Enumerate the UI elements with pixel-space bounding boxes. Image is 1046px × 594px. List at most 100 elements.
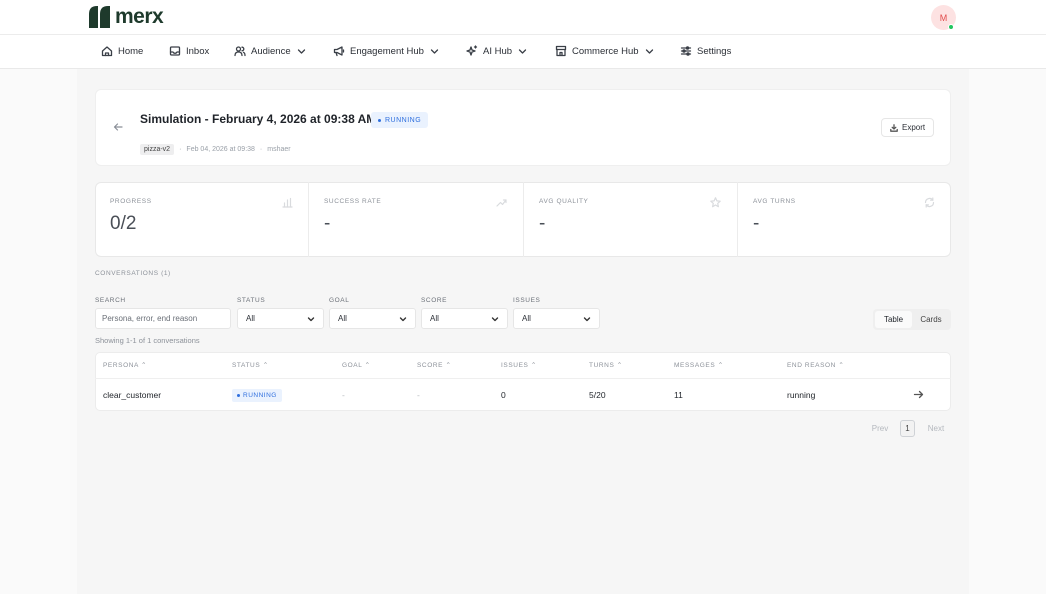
nav-item-label: Audience: [251, 45, 291, 57]
sort-icon: ⌃: [141, 362, 148, 369]
megaphone-icon: [333, 46, 345, 57]
star-icon: [710, 197, 721, 208]
score-select-value: All: [430, 314, 439, 323]
meta-separator: ·: [179, 146, 182, 153]
simulation-author: mshaer: [267, 146, 291, 153]
page-1-button[interactable]: 1: [900, 420, 915, 437]
arrow-right-icon[interactable]: [913, 389, 924, 400]
stat-value: 0/2: [110, 213, 137, 234]
stat-label: PROGRESS: [110, 198, 152, 205]
refresh-icon: [924, 197, 935, 208]
issues-select-value: All: [522, 314, 531, 323]
goal-select[interactable]: All: [329, 308, 416, 329]
arrow-left-icon[interactable]: [113, 122, 123, 132]
simulation-meta: pizza-v2 · Feb 04, 2026 at 09:38 · mshae…: [140, 144, 291, 155]
nav-item-engagement-hub[interactable]: Engagement Hub: [333, 45, 439, 57]
column-header-issues[interactable]: ISSUES ⌃: [501, 361, 537, 369]
sliders-icon: [680, 46, 692, 56]
nav-item-label: Settings: [697, 45, 732, 57]
sort-icon: ⌃: [717, 362, 724, 369]
cards-view-button[interactable]: Cards: [913, 311, 949, 328]
column-header-label: END REASON: [787, 362, 836, 369]
stat-value: -: [324, 213, 331, 234]
cell-goal: -: [342, 390, 345, 400]
status-badge-label: RUNNING: [385, 116, 422, 124]
column-header-label: SCORE: [417, 362, 444, 369]
merx-logo[interactable]: merx: [89, 6, 164, 28]
column-header-label: STATUS: [232, 362, 261, 369]
chevron-down-icon: [307, 316, 315, 321]
nav-item-home[interactable]: Home: [101, 45, 143, 57]
chevron-down-icon: [430, 48, 439, 54]
nav-item-label: AI Hub: [483, 45, 513, 57]
sparkles-icon: [466, 45, 478, 56]
nav-item-commerce-hub[interactable]: Commerce Hub: [555, 45, 654, 57]
nav-item-label: Inbox: [186, 45, 210, 57]
stat-progress: PROGRESS 0/2: [95, 182, 309, 257]
chevron-down-icon: [518, 48, 527, 54]
nav-item-label: Home: [118, 45, 144, 57]
column-header-messages[interactable]: MESSAGES ⌃: [674, 361, 724, 369]
status-badge: RUNNING: [371, 112, 429, 128]
chevron-down-icon: [583, 316, 591, 321]
stat-value: -: [539, 213, 546, 234]
search-label: SEARCH: [95, 297, 126, 304]
status-badge-label: RUNNING: [243, 392, 277, 399]
export-button[interactable]: Export: [881, 118, 935, 137]
trend-icon: [496, 199, 507, 207]
chevron-down-icon: [645, 48, 653, 54]
stat-avg-turns: AVG TURNS -: [738, 182, 952, 257]
score-select[interactable]: All: [421, 308, 508, 329]
simulation-date: Feb 04, 2026 at 09:38: [186, 146, 255, 153]
column-header-label: GOAL: [342, 362, 363, 369]
nav-item-settings[interactable]: Settings: [680, 45, 731, 57]
stat-label: SUCCESS RATE: [324, 198, 382, 205]
bar-chart-icon: [282, 197, 293, 208]
cell-messages: 11: [674, 390, 683, 400]
stat-value: -: [753, 213, 760, 234]
column-header-status[interactable]: STATUS ⌃: [232, 361, 269, 369]
nav-item-inbox[interactable]: Inbox: [169, 45, 209, 57]
sort-icon: ⌃: [530, 362, 537, 369]
issues-select[interactable]: All: [513, 308, 600, 329]
cell-end-reason: running: [787, 390, 816, 400]
status-select-value: All: [246, 314, 255, 323]
column-header-label: TURNS: [589, 362, 615, 369]
cell-score: -: [417, 390, 420, 400]
search-input[interactable]: [95, 308, 231, 329]
column-header-end-reason[interactable]: END REASON ⌃: [787, 361, 844, 369]
column-header-label: PERSONA: [103, 362, 139, 369]
users-icon: [234, 46, 246, 57]
home-icon: [101, 46, 113, 57]
page-title: Simulation - February 4, 2026 at 09:38 A…: [140, 112, 377, 126]
nav-item-audience[interactable]: Audience: [234, 45, 306, 57]
nav-item-label: Engagement Hub: [350, 45, 424, 57]
column-header-goal[interactable]: GOAL ⌃: [342, 361, 371, 369]
prev-page-button[interactable]: Prev: [866, 420, 894, 437]
table-view-button[interactable]: Table: [875, 311, 912, 328]
export-button-label: Export: [902, 123, 926, 132]
results-count: Showing 1-1 of 1 conversations: [95, 336, 200, 345]
chevron-down-icon: [491, 316, 499, 321]
stat-avg-quality: AVG QUALITY -: [524, 182, 738, 257]
stat-label: AVG TURNS: [753, 198, 796, 205]
chevron-down-icon: [399, 316, 407, 321]
goal-select-value: All: [338, 314, 347, 323]
status-select[interactable]: All: [237, 308, 324, 329]
column-header-score[interactable]: SCORE ⌃: [417, 361, 452, 369]
logo-mark-icon: [89, 6, 110, 28]
store-icon: [555, 45, 567, 57]
next-page-button[interactable]: Next: [922, 420, 950, 437]
status-dot: [378, 118, 381, 122]
chevron-down-icon: [297, 48, 305, 54]
column-header-persona[interactable]: PERSONA ⌃: [103, 361, 147, 369]
inbox-icon: [169, 46, 181, 56]
column-header-turns[interactable]: TURNS ⌃: [589, 361, 623, 369]
column-header-label: ISSUES: [501, 362, 529, 369]
nav-item-ai-hub[interactable]: AI Hub: [466, 45, 527, 57]
cell-persona: clear_customer: [103, 390, 162, 400]
sort-icon: ⌃: [445, 362, 452, 369]
nav-item-label: Commerce Hub: [572, 45, 639, 57]
stat-success-rate: SUCCESS RATE -: [309, 182, 523, 257]
meta-separator: ·: [259, 146, 263, 153]
